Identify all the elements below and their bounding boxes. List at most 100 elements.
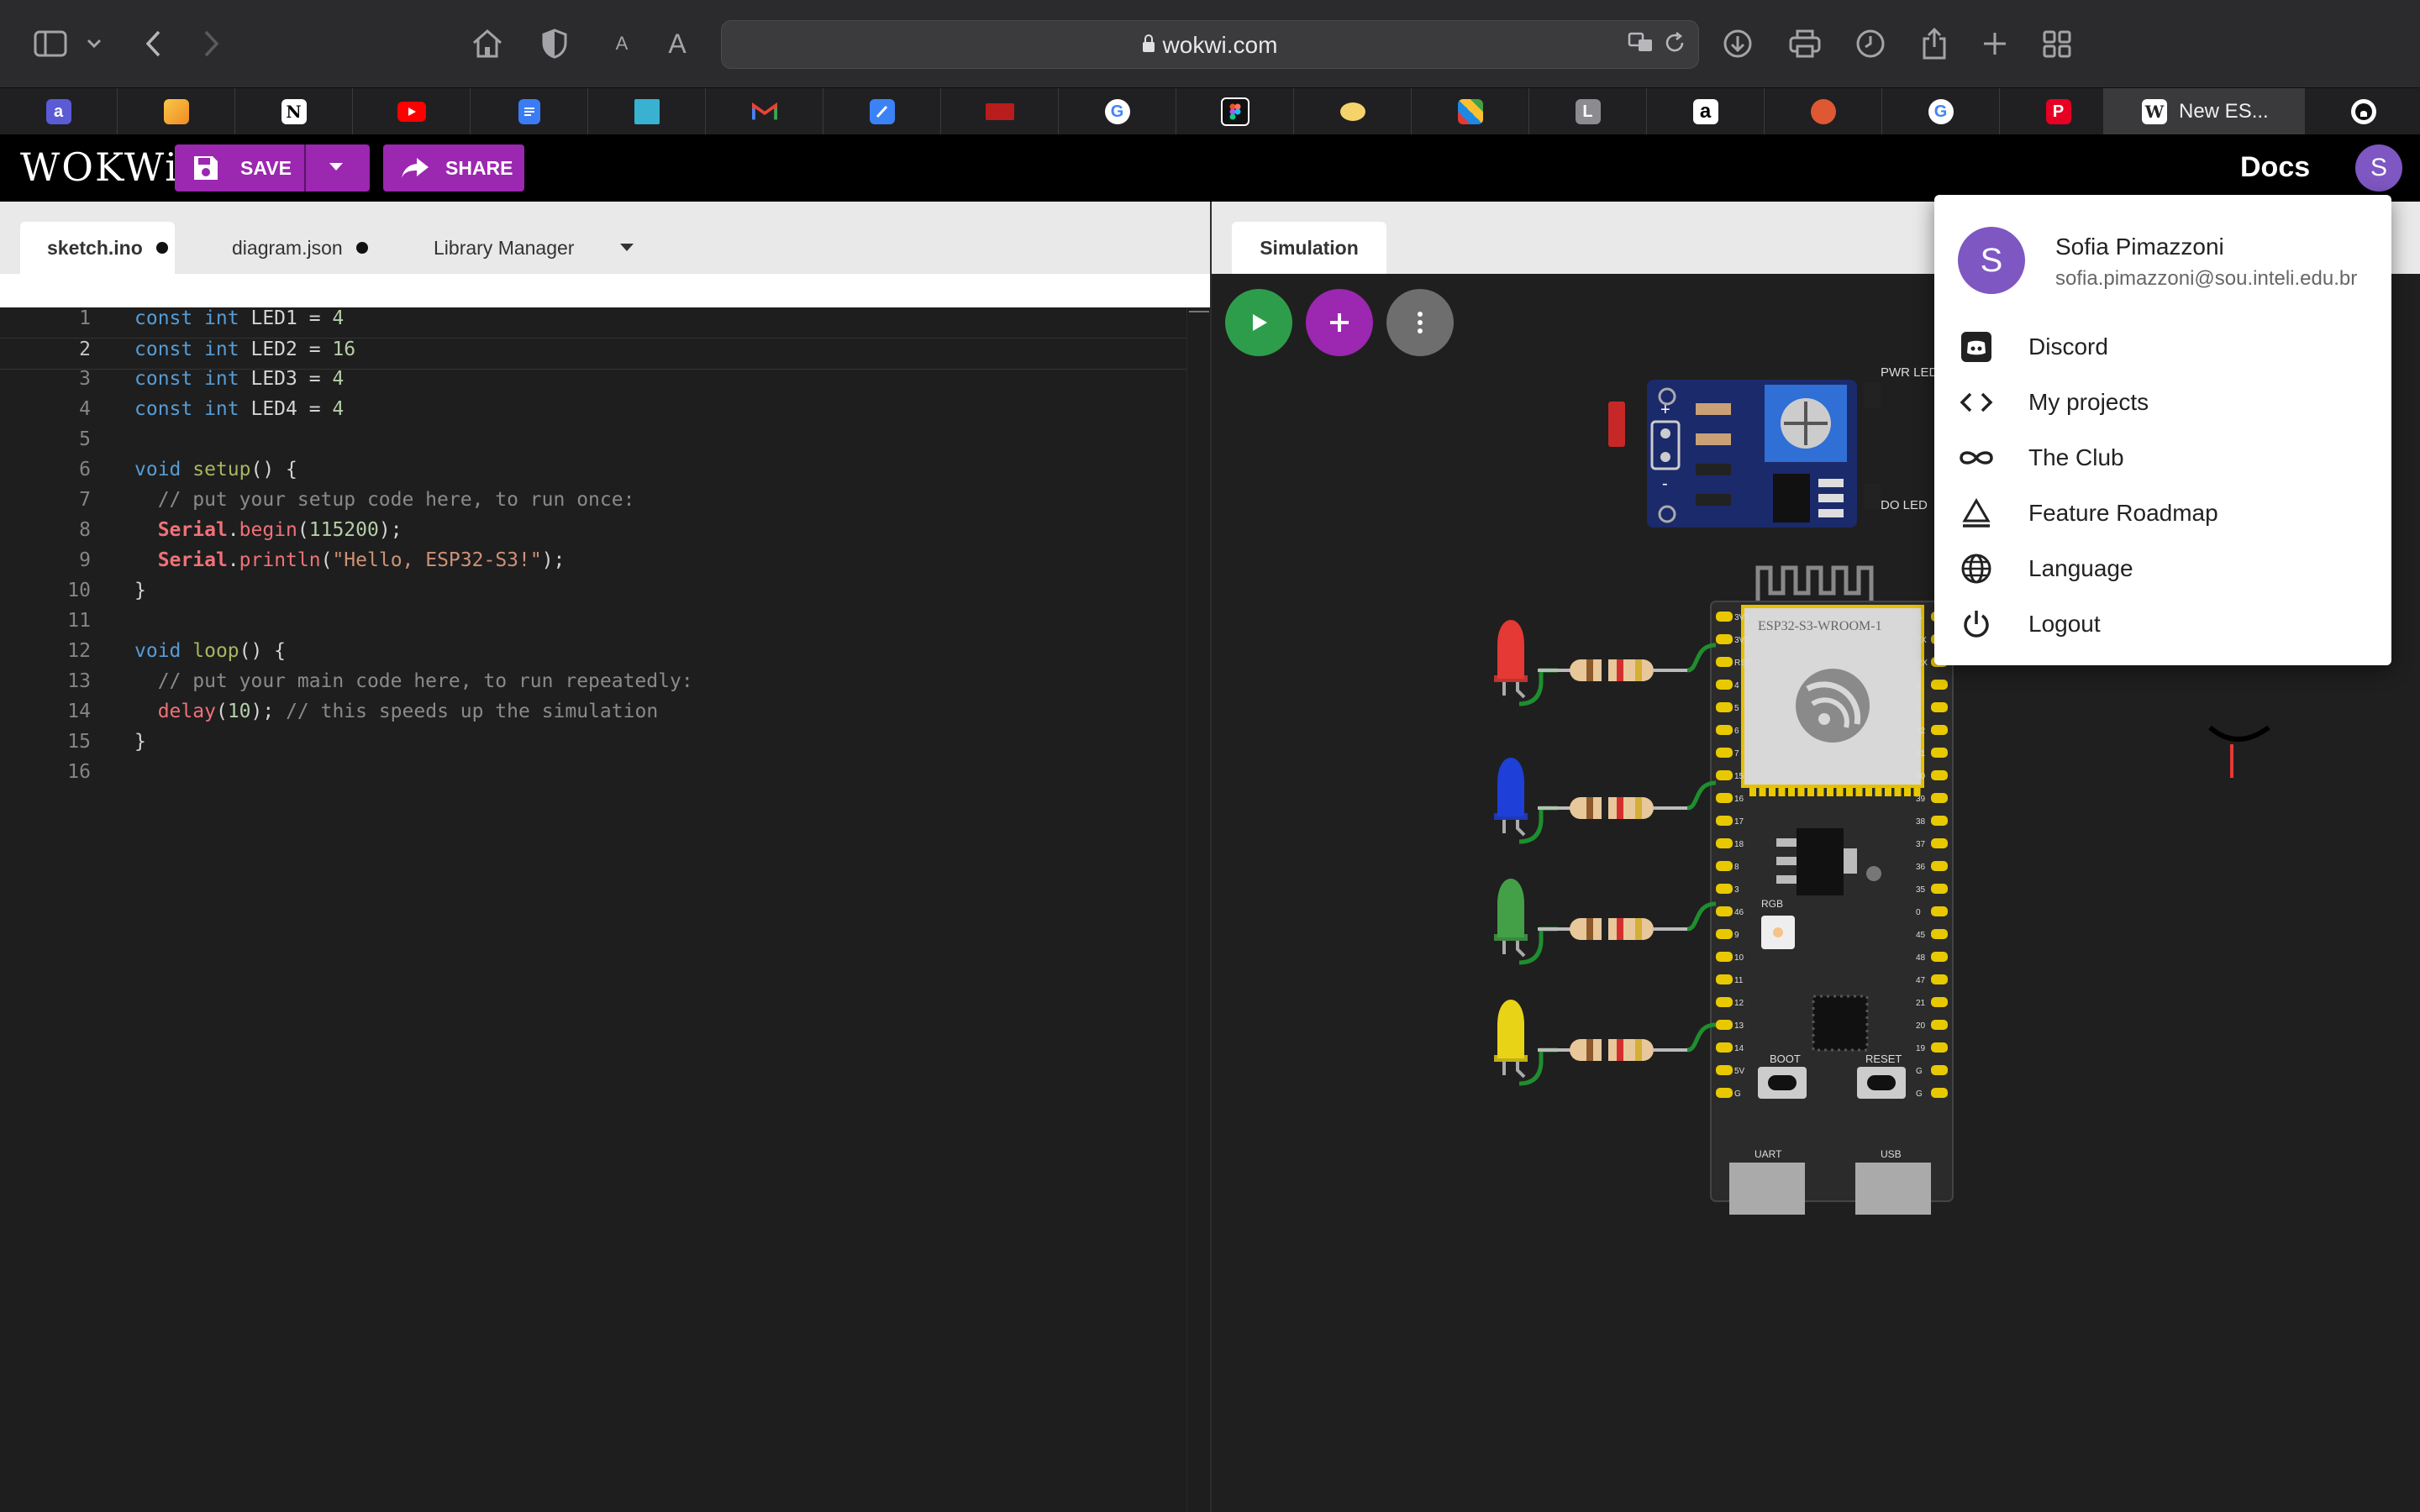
text-smaller-button[interactable]: A [602, 24, 642, 64]
pin-label: 41 [1916, 749, 1926, 759]
resistor-band [1635, 797, 1642, 819]
led [1497, 758, 1524, 816]
pin-label: 45 [1916, 931, 1926, 940]
tab-l[interactable]: L [1529, 88, 1647, 135]
menu-item-logout[interactable]: Logout [1958, 603, 2378, 645]
line-content: } [134, 731, 146, 753]
board-pin [1931, 748, 1948, 758]
sidebar-toggle-icon[interactable] [30, 24, 71, 64]
print-icon[interactable] [1785, 24, 1825, 64]
tab-overview-icon[interactable] [2037, 24, 2077, 64]
history-icon[interactable] [1850, 24, 1891, 64]
sunset-icon [163, 99, 189, 124]
text-larger-button[interactable]: A [657, 24, 697, 64]
wokwi-logo[interactable]: WOKWi [20, 144, 179, 190]
tab-active[interactable]: W New ES... [2103, 88, 2305, 135]
tab-google-1[interactable]: G [1059, 88, 1176, 135]
app-header: WOKWi SAVE SHARE Docs S [0, 134, 2420, 202]
tab-library-manager[interactable]: Library Manager [434, 222, 574, 274]
pin-label: 0 [1916, 908, 1921, 917]
translate-icon[interactable] [1628, 31, 1655, 58]
menu-item-discord[interactable]: Discord [1958, 326, 2378, 368]
tab-duckduckgo[interactable] [1765, 88, 1882, 135]
menu-item-the-club[interactable]: The Club [1958, 437, 2378, 479]
back-icon[interactable] [133, 24, 173, 64]
led [1497, 620, 1524, 679]
tab-cyan[interactable] [588, 88, 706, 135]
code-line: 10} [0, 580, 1186, 610]
module-pin [1817, 788, 1824, 796]
tab-cookie[interactable] [1294, 88, 1412, 135]
amazon-icon: a [1692, 99, 1718, 124]
pin-label: 19 [1916, 1044, 1926, 1053]
share-button[interactable]: SHARE [383, 144, 524, 192]
shield-icon[interactable] [534, 24, 575, 64]
menu-item-language[interactable]: Language [1958, 548, 2378, 590]
resistor-band [1635, 918, 1642, 940]
pin-label: 5 [1734, 704, 1739, 713]
save-button[interactable]: SAVE [175, 144, 370, 192]
menu-item-feature-roadmap[interactable]: Feature Roadmap [1958, 492, 2378, 534]
code-line: 9 Serial.println("Hello, ESP32-S3!"); [0, 549, 1186, 580]
tab-sketch-ino[interactable]: sketch.ino [20, 222, 175, 274]
sensor-module[interactable]: + - PWR LED DO LED [1608, 365, 1939, 528]
tab-label: diagram.json [232, 236, 343, 259]
editor-scrollbar[interactable] [1186, 307, 1211, 1512]
board-pin [1716, 906, 1733, 916]
pin-label: 7 [1734, 749, 1739, 759]
docs-link[interactable]: Docs [2240, 151, 2310, 184]
tab-gmail[interactable] [706, 88, 823, 135]
user-avatar[interactable]: S [2355, 144, 2402, 192]
home-icon[interactable] [467, 24, 508, 64]
tab-google-2[interactable]: G [1882, 88, 2000, 135]
module-pin [1836, 788, 1844, 796]
address-url: wokwi.com [722, 32, 1698, 59]
led-circuits[interactable] [1494, 620, 1717, 1086]
line-content: } [134, 580, 146, 601]
tab-simulation[interactable]: Simulation [1232, 222, 1386, 274]
tab-pencil[interactable] [823, 88, 941, 135]
tab-pinterest[interactable]: P [2000, 88, 2118, 135]
resistor-band [1586, 1039, 1593, 1061]
line-number: 10 [67, 580, 91, 601]
cyan-square-icon [634, 99, 660, 124]
code-line: 6 void setup() { [0, 459, 1186, 489]
esp32-s3-board[interactable]: ESP32-S3-WROOM-1 RGB BOOT RESET UART USB… [1710, 601, 1954, 1215]
board-pin [1931, 770, 1948, 780]
tab-amazon[interactable]: a [1647, 88, 1765, 135]
new-tab-icon[interactable] [1975, 24, 2015, 64]
tab-arc[interactable]: a [0, 88, 118, 135]
tab-grid-app[interactable] [1412, 88, 1529, 135]
tab-github[interactable] [2305, 88, 2420, 135]
pin-label: 3 [1734, 885, 1739, 895]
tab-figma[interactable] [1176, 88, 1294, 135]
tab-youtube[interactable] [353, 88, 471, 135]
menu-item-label: The Club [2028, 444, 2124, 470]
share-icon[interactable] [1914, 24, 1954, 64]
download-icon[interactable] [1718, 24, 1758, 64]
tab-notion[interactable]: N [235, 88, 353, 135]
reload-icon[interactable] [1661, 31, 1688, 58]
usb-port [1855, 1163, 1931, 1215]
tabs-menu-button[interactable] [618, 222, 635, 274]
google-icon: G [1104, 99, 1130, 124]
tab-sunset[interactable] [118, 88, 235, 135]
forward-icon[interactable] [192, 24, 232, 64]
pin-label: 46 [1734, 908, 1744, 917]
code-area[interactable]: 1 const int LED1 = 4 2 const int LED2 = 16… [0, 307, 1210, 1512]
save-dropdown-icon[interactable] [328, 161, 345, 173]
tab-diagram-json[interactable]: diagram.json [232, 222, 368, 274]
line-number: 4 [79, 398, 91, 420]
address-bar[interactable]: wokwi.com [721, 20, 1699, 69]
tab-docs[interactable] [471, 88, 588, 135]
chevron-down-icon[interactable] [79, 24, 109, 64]
figma-icon [1220, 97, 1249, 126]
led-legs [1502, 1062, 1526, 1079]
tab-news[interactable] [941, 88, 1059, 135]
pin-label: RST [1734, 659, 1751, 668]
pin-label: RX [1916, 659, 1928, 668]
line-number: 14 [67, 701, 91, 722]
pwr-led-label: PWR LED [1881, 365, 1939, 380]
menu-item-my-projects[interactable]: My projects [1958, 381, 2378, 423]
line-content: Serial.println("Hello, ESP32-S3!"); [157, 549, 566, 571]
